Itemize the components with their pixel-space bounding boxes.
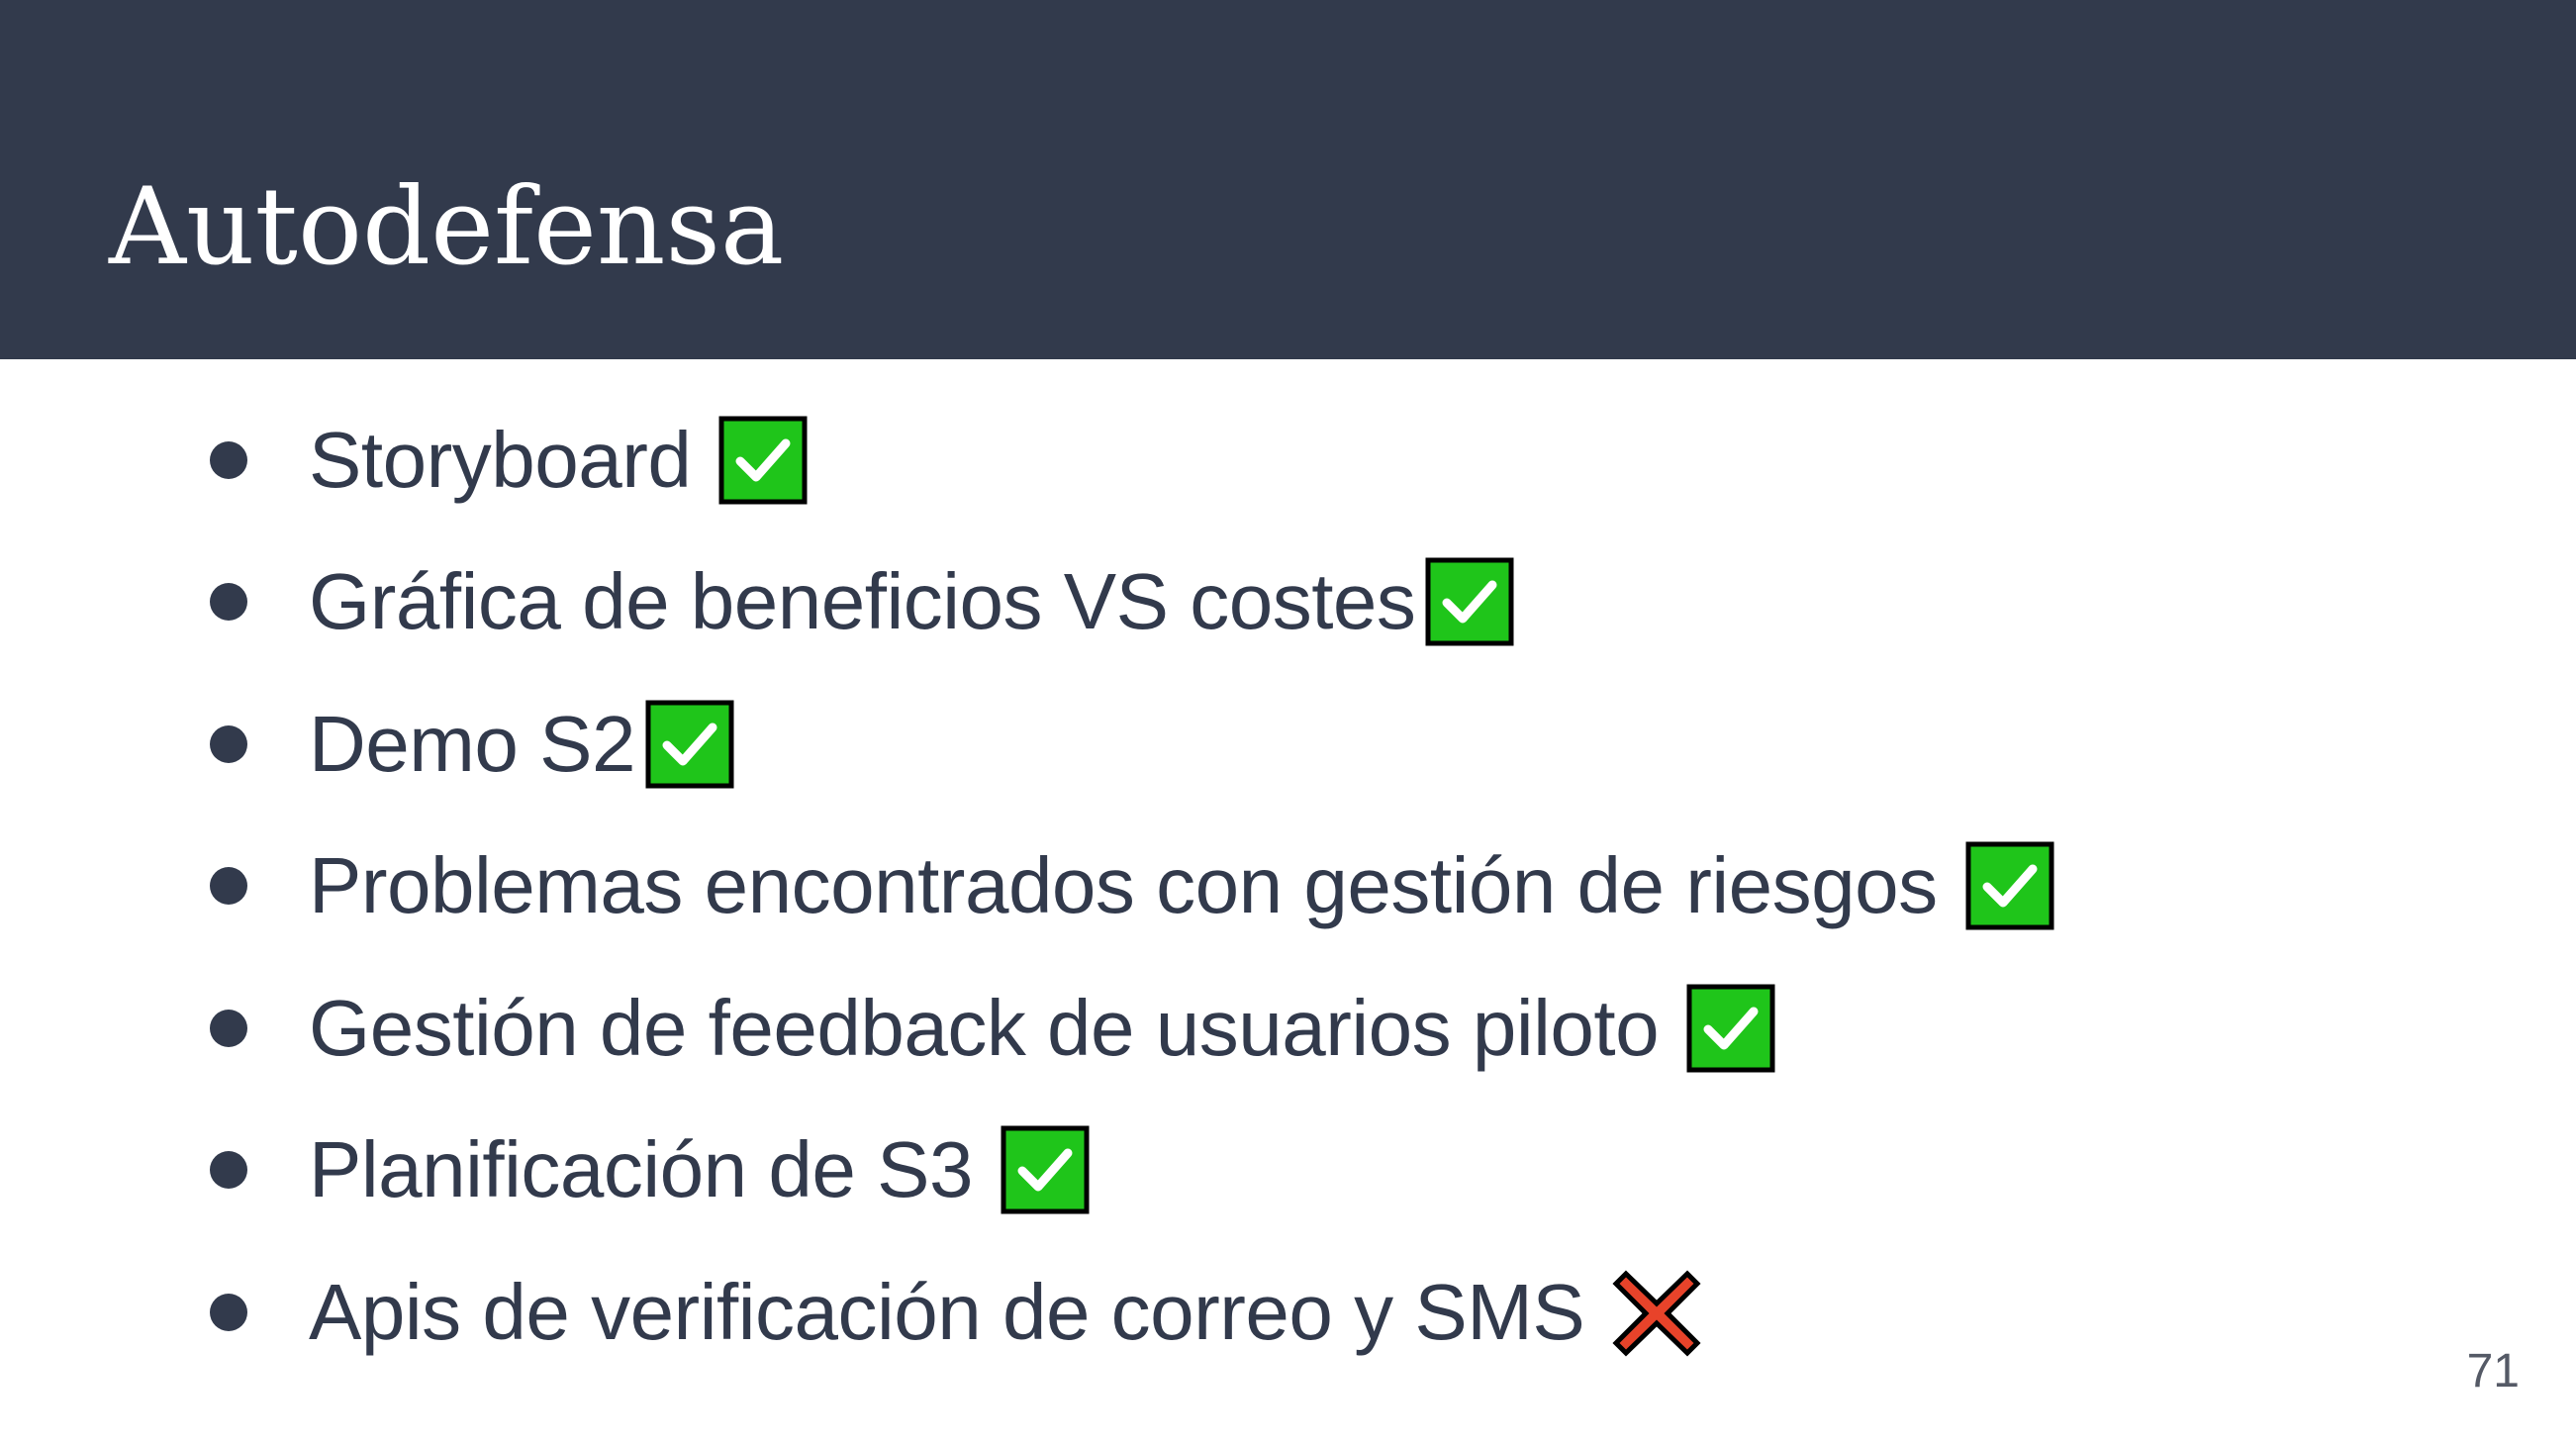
bullet-icon (210, 583, 247, 621)
list-item: Apis de verificación de correo y SMS (198, 1258, 1701, 1367)
slide: Autodefensa Storyboard Gráfica de benefi… (0, 0, 2576, 1446)
check-box-icon (645, 700, 734, 789)
list-item: Problemas encontrados con gestión de rie… (198, 831, 2054, 940)
list-item-text: Problemas encontrados con gestión de rie… (309, 841, 1938, 929)
list-item: Storyboard (198, 406, 808, 515)
list-item-text: Planificación de S3 (309, 1125, 973, 1213)
list-item-text: Apis de verificación de correo y SMS (309, 1268, 1585, 1356)
list-item-text: Storyboard (309, 416, 692, 504)
page-number: 71 (2466, 1345, 2520, 1398)
list-item-text: Gestión de feedback de usuarios piloto (309, 984, 1660, 1072)
list-item-text: Gráfica de beneficios VS costes (309, 557, 1416, 645)
list-item: Planificación de S3 (198, 1115, 1090, 1224)
list-item: Gestión de feedback de usuarios piloto (198, 974, 1775, 1083)
bullet-icon (210, 1294, 247, 1331)
check-box-icon (1001, 1125, 1090, 1214)
bullet-icon (210, 1151, 247, 1189)
slide-title: Autodefensa (109, 165, 785, 289)
bullet-icon (210, 867, 247, 905)
list-item: Demo S2 (198, 690, 734, 799)
bullet-icon (210, 441, 247, 479)
cross-mark-icon (1612, 1270, 1701, 1357)
bullet-icon (210, 1010, 247, 1047)
bullet-icon (210, 725, 247, 763)
check-box-icon (1965, 841, 2054, 930)
list-item: Gráfica de beneficios VS costes (198, 547, 1514, 656)
list-item-text: Demo S2 (309, 700, 635, 788)
check-box-icon (1425, 557, 1514, 646)
check-box-icon (1686, 984, 1775, 1073)
check-box-icon (718, 416, 808, 505)
